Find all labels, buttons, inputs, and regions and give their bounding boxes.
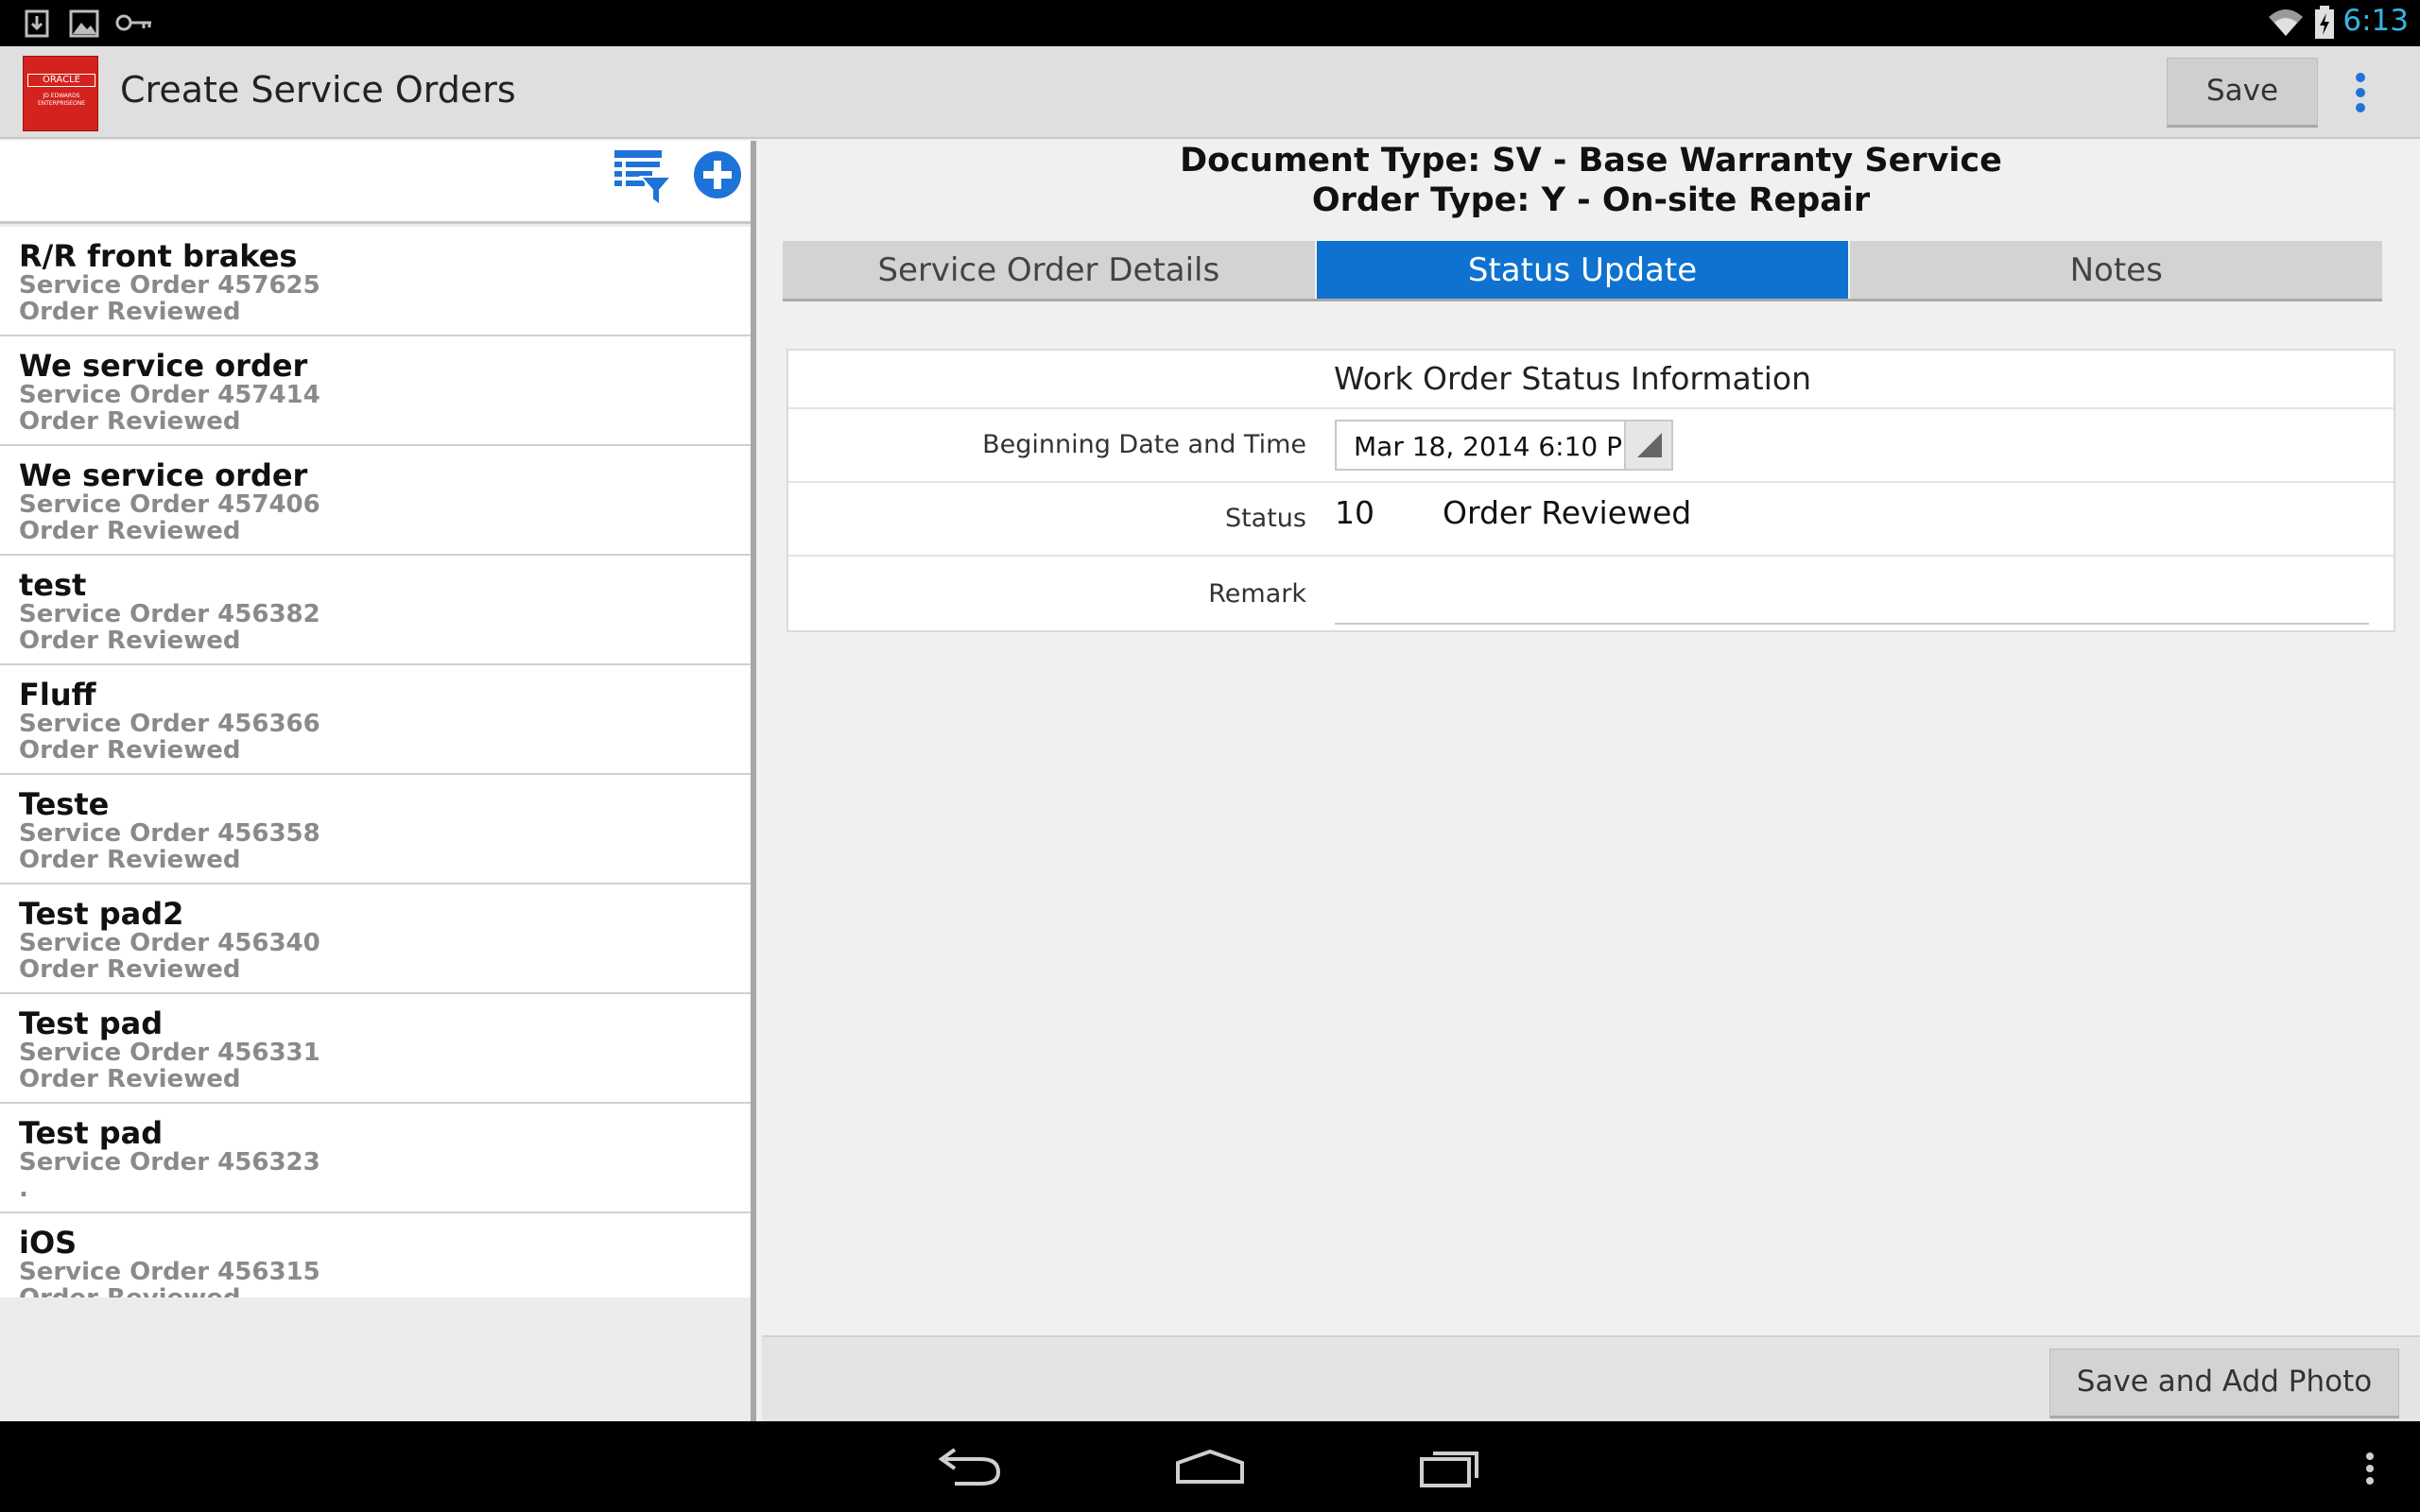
status-code: 10 [1335,494,1374,531]
list-item[interactable]: iOS Service Order 456315 Order Reviewed [0,1213,751,1297]
service-order-list: R/R front brakes Service Order 457625 Or… [0,227,751,1297]
item-order-number: Service Order 456340 [19,929,320,957]
item-title: Fluff [19,677,96,713]
save-and-add-photo-button[interactable]: Save and Add Photo [2049,1349,2399,1418]
oracle-jd-edwards-logo[interactable]: ORACLE JD EDWARDS ENTERPRISEONE [23,56,98,131]
item-order-number: Service Order 457406 [19,490,320,519]
panel-title: Work Order Status Information [788,351,2394,409]
status-bar: 6:13 [0,0,2420,46]
item-order-number: Service Order 456382 [19,600,320,628]
item-order-number: Service Order 457625 [19,271,320,300]
item-title: Test pad [19,1115,164,1151]
list-item[interactable]: Teste Service Order 456358 Order Reviewe… [0,775,751,885]
begin-date-value: Mar 18, 2014 6:10 PM [1354,431,1646,462]
panel-title-text: Work Order Status Information [1334,360,1811,397]
list-item[interactable]: Fluff Service Order 456366 Order Reviewe… [0,665,751,775]
overflow-menu-icon[interactable] [2354,73,2367,114]
item-title: Test pad2 [19,896,184,932]
item-title: We service order [19,457,308,493]
item-title: Test pad [19,1005,164,1041]
item-order-number: Service Order 456323 [19,1148,320,1177]
status-label: Status [1224,504,1306,533]
page-title: Create Service Orders [120,69,516,111]
image-icon [69,9,99,38]
detail-tabs: Service Order Details Status Update Note… [783,241,2383,301]
item-status: Order Reviewed [19,1285,751,1297]
item-title: iOS [19,1225,78,1261]
item-status: Order Reviewed [19,736,241,765]
remark-row: Remark [788,557,2394,630]
list-item[interactable]: We service order Service Order 457406 Or… [0,446,751,556]
list-item[interactable]: test Service Order 456382 Order Reviewed [0,556,751,665]
remark-input[interactable] [1335,566,2369,625]
tab-notes[interactable]: Notes [1850,241,2383,299]
item-status: Order Reviewed [19,517,241,545]
item-title: R/R front brakes [19,238,298,274]
item-order-number: Service Order 456358 [19,819,320,848]
item-title: We service order [19,348,308,384]
add-icon[interactable] [693,150,742,199]
recent-apps-icon[interactable] [1420,1446,1484,1487]
item-order-number: Service Order 457414 [19,381,320,409]
navigation-bar [0,1421,2420,1512]
work-order-status-panel: Work Order Status Information Beginning … [786,349,2395,632]
begin-date-picker[interactable]: Mar 18, 2014 6:10 PM [1335,420,1673,471]
remark-label: Remark [1208,579,1306,609]
save-button[interactable]: Save [2167,58,2318,128]
list-item[interactable]: We service order Service Order 457414 Or… [0,336,751,446]
nav-menu-icon[interactable] [2365,1452,2375,1486]
back-icon[interactable] [936,1448,1002,1486]
item-title: test [19,567,87,603]
item-status: Order Reviewed [19,955,241,984]
begin-date-label: Beginning Date and Time [982,430,1306,459]
bottom-bar: Save and Add Photo [762,1335,2420,1421]
item-order-number: Service Order 456315 [19,1258,320,1286]
service-order-list-pane: R/R front brakes Service Order 457625 Or… [0,141,756,1421]
list-item[interactable]: Test pad2 Service Order 456340 Order Rev… [0,885,751,994]
filter-icon[interactable] [613,148,673,207]
order-header: Document Type: SV - Base Warranty Servic… [762,141,2420,220]
battery-charging-icon [2315,6,2334,39]
order-type: Order Type: Y - On-site Repair [1311,181,1871,219]
list-item[interactable]: Test pad Service Order 456323 . [0,1104,751,1213]
status-row: Status 10 Order Reviewed [788,483,2394,557]
item-status: Order Reviewed [19,298,241,326]
item-status: . [19,1175,28,1203]
home-icon[interactable] [1176,1450,1244,1484]
item-status: Order Reviewed [19,627,241,655]
item-title: Teste [19,786,110,822]
document-type: Document Type: SV - Base Warranty Servic… [1180,142,2002,180]
list-item[interactable]: R/R front brakes Service Order 457625 Or… [0,227,751,336]
item-status: Order Reviewed [19,407,241,436]
list-toolbar [0,141,751,224]
tab-service-order-details[interactable]: Service Order Details [783,241,1317,299]
wifi-icon [2269,9,2303,36]
clock: 6:13 [2342,4,2409,38]
item-order-number: Service Order 456366 [19,710,320,738]
service-order-detail-pane: Document Type: SV - Base Warranty Servic… [762,141,2420,1421]
tab-status-update[interactable]: Status Update [1316,241,1851,299]
status-description: Order Reviewed [1443,494,1692,531]
date-dropdown-icon[interactable] [1624,421,1671,469]
action-bar: ORACLE JD EDWARDS ENTERPRISEONE Create Se… [0,46,2420,139]
download-icon [25,9,49,38]
list-item[interactable]: Test pad Service Order 456331 Order Revi… [0,994,751,1104]
key-icon [115,14,151,31]
item-status: Order Reviewed [19,1065,241,1093]
item-status: Order Reviewed [19,846,241,874]
begin-date-row: Beginning Date and Time Mar 18, 2014 6:1… [788,409,2394,483]
item-order-number: Service Order 456331 [19,1039,320,1067]
